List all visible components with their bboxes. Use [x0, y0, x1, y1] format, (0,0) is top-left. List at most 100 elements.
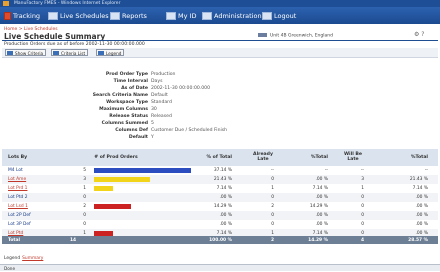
will-be-late: 0: [361, 213, 364, 218]
total-pct: 100.00 %: [209, 237, 232, 243]
criteria-value: 30: [151, 107, 157, 112]
late-pct: .00 %: [315, 195, 328, 200]
admin-icon: [202, 12, 212, 20]
already-late: 1: [271, 186, 274, 191]
criteria-label: Search Criteria Name: [92, 93, 148, 98]
already-late: 0: [271, 222, 274, 227]
nav-tracking[interactable]: Tracking: [4, 11, 40, 21]
pct-total: 37.14 %: [213, 168, 232, 173]
lot-name[interactable]: Lot Lsd 1: [8, 204, 68, 209]
total-late: 2: [270, 237, 274, 243]
orders-count: 2: [83, 204, 86, 209]
col-late-pct[interactable]: %Total: [292, 155, 328, 160]
table-row: Lot Prd 1 1 7.14 % 1 7.14 % 1 7.14 %: [2, 184, 438, 193]
app-logo-icon: [4, 12, 11, 20]
id-card-icon: [166, 12, 176, 20]
browser-icon: [3, 1, 9, 6]
nav-reports[interactable]: Reports: [110, 11, 147, 21]
user-location: Unit 4B Greenwich, England: [258, 33, 333, 39]
location-label: Unit 4B Greenwich, England: [270, 33, 333, 39]
nav-label: My ID: [178, 12, 197, 20]
criteria-value: Production: [151, 72, 176, 77]
criteria-value: Customer Due / Scheduled Finish: [151, 128, 228, 133]
criteria-value: 5: [151, 121, 154, 126]
orders-count: 0: [83, 213, 86, 218]
criteria-list-button[interactable]: Criteria List: [51, 49, 89, 56]
criteria-value: 2002-11-30 00:00:00.000: [151, 86, 211, 91]
lot-name[interactable]: Lot Prd 1: [8, 186, 68, 191]
orders-count: 0: [83, 222, 86, 227]
orders-bar: [94, 204, 131, 209]
nav-my-id[interactable]: My ID: [166, 11, 196, 21]
table-total-row: Total 14 100.00 % 2 14.29 % 4 28.57 %: [2, 236, 438, 244]
window-titlebar: ManuFactory FMES - Windows Internet Expl…: [0, 0, 440, 7]
will-be-late: 0: [361, 204, 364, 209]
nav-live-schedules[interactable]: Live Schedules: [48, 11, 109, 21]
will-pct: 21.43 %: [409, 177, 428, 182]
criteria-label: Prod Order Type: [105, 72, 148, 77]
top-navigation: Tracking Live Schedules Reports My ID Ad…: [0, 7, 440, 24]
will-be-late: --: [360, 168, 364, 173]
lot-name: M4 Lot: [8, 168, 23, 173]
table-row: Lot Ame 3 21.43 % 0 .00 % 3 21.43 %: [2, 175, 438, 184]
col-pct-total[interactable]: % of Total: [188, 155, 232, 160]
title-divider: [2, 40, 438, 41]
settings-help-icons[interactable]: ⚙ ?: [414, 31, 424, 38]
col-will-pct[interactable]: %Total: [384, 155, 428, 160]
already-late: 2: [271, 204, 274, 209]
col-already-late[interactable]: Already Late: [252, 152, 274, 162]
table-row: Lot Lsd 1 2 14.29 % 2 14.29 % 0 .00 %: [2, 202, 438, 211]
show-criteria-button[interactable]: Show Criteria: [5, 49, 47, 56]
criteria-value: Days: [151, 79, 163, 84]
orders-count: 3: [83, 177, 86, 182]
nav-logout[interactable]: Logout: [262, 11, 296, 21]
total-orders: 14: [70, 237, 77, 243]
legend-icon: [98, 51, 104, 55]
late-pct: .00 %: [315, 177, 328, 182]
criteria-label: Columns Summed: [101, 121, 148, 126]
pct-total: 14.29 %: [213, 204, 232, 209]
will-be-late: 1: [361, 186, 364, 191]
will-pct: .00 %: [415, 213, 428, 218]
late-pct: --: [324, 168, 328, 173]
criteria-label: Workspace Type: [106, 100, 148, 105]
will-be-late: 0: [361, 195, 364, 200]
col-orders[interactable]: # of Prod Orders: [76, 155, 156, 160]
late-pct: 7.14 %: [312, 186, 328, 191]
pct-total: 7.14 %: [216, 186, 232, 191]
legend-button[interactable]: Legend: [96, 49, 125, 56]
table-row: Lot Ptd 2 0 .00 % 0 .00 % 0 .00 %: [2, 193, 438, 202]
will-pct: .00 %: [415, 195, 428, 200]
will-be-late: 0: [361, 222, 364, 227]
total-will-pct: 28.57 %: [408, 237, 428, 243]
table-row: M4 Lot 5 37.14 % -- -- -- --: [2, 166, 438, 175]
window-title: ManuFactory FMES - Windows Internet Expl…: [14, 1, 121, 6]
page-subtitle: Production Orders due as of before 2002-…: [4, 42, 145, 47]
nav-administration[interactable]: Administration: [202, 11, 262, 21]
logout-icon: [262, 12, 272, 20]
criteria-label: Columns Def: [115, 128, 148, 133]
nav-label: Live Schedules: [60, 12, 109, 20]
criteria-value: Y: [151, 135, 154, 140]
table-header: Lots By # of Prod Orders % of Total Alre…: [2, 149, 438, 166]
legend-summary-link[interactable]: Summary: [22, 256, 43, 261]
already-late: 0: [271, 177, 274, 182]
will-be-late: 3: [361, 177, 364, 182]
col-will-be-late[interactable]: Will Be Late: [342, 152, 364, 162]
nav-label: Reports: [122, 12, 147, 20]
lot-name: Lot 2P Def: [8, 213, 31, 218]
criteria-value: Default: [151, 93, 168, 98]
already-late: 0: [271, 213, 274, 218]
schedule-icon: [48, 12, 58, 20]
late-pct: 14.29 %: [309, 204, 328, 209]
total-label: Total: [8, 237, 20, 243]
orders-count: 5: [83, 168, 86, 173]
table-row: Lot 3P Def 0 .00 % 0 .00 % 0 .00 %: [2, 220, 438, 229]
button-label: Show Criteria: [15, 51, 44, 56]
already-late: 0: [271, 195, 274, 200]
nav-label: Logout: [274, 12, 297, 20]
orders-count: 0: [83, 195, 86, 200]
will-pct: --: [424, 168, 428, 173]
col-lot[interactable]: Lots By: [8, 155, 48, 160]
lot-name[interactable]: Lot Ame: [8, 177, 68, 182]
